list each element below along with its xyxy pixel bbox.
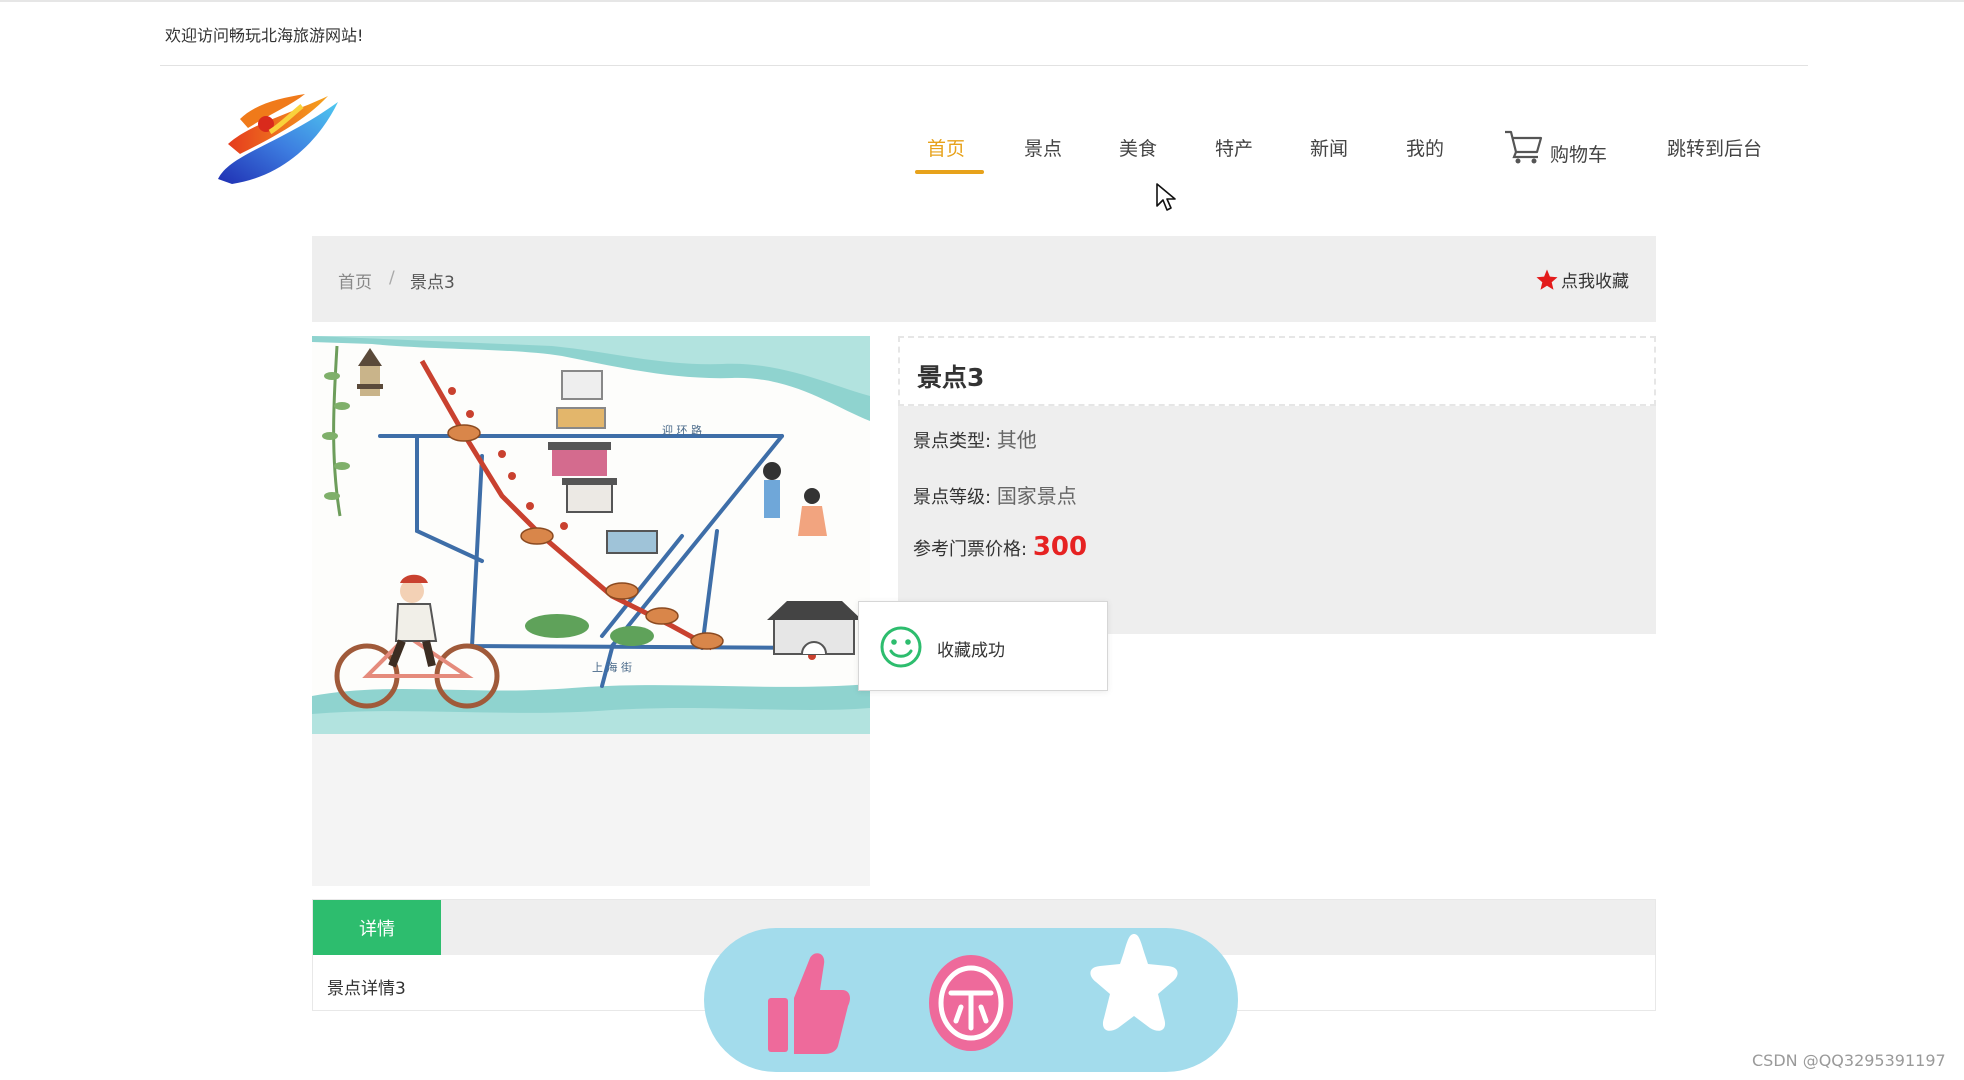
toast-text: 收藏成功 [937, 641, 1005, 661]
tab-detail[interactable]: 详情 [313, 900, 441, 955]
spot-title-box: 景点3 [898, 336, 1656, 406]
red-star-icon [1536, 269, 1558, 290]
nav-admin[interactable]: 跳转到后台 [1667, 134, 1762, 161]
spot-level-value: 国家景点 [996, 484, 1077, 508]
main-nav: 首页 景点 美食 特产 新闻 我的 购物车 跳转到后台 [0, 130, 1964, 180]
nav-cart[interactable]: 购物车 [1550, 140, 1607, 167]
spot-type-value: 其他 [996, 428, 1037, 452]
spot-title: 景点3 [917, 363, 985, 392]
action-bar [704, 928, 1238, 1072]
favorite-button[interactable]: 点我收藏 [1535, 267, 1629, 292]
detail-content: 景点详情3 [327, 979, 406, 999]
spot-info-panel: 景点3 景点类型: 其他 景点等级: 国家景点 参考门票价格: 300 [898, 336, 1656, 634]
svg-text:上 海 街: 上 海 街 [592, 660, 632, 674]
nav-scenic[interactable]: 景点 [1024, 134, 1062, 161]
nav-food[interactable]: 美食 [1119, 134, 1157, 161]
coin-icon[interactable] [926, 953, 1016, 1057]
nav-mine[interactable]: 我的 [1406, 134, 1444, 161]
breadcrumb-current: 景点3 [410, 273, 455, 293]
smile-icon [880, 626, 922, 668]
header-divider [160, 65, 1808, 66]
favorite-label: 点我收藏 [1561, 272, 1629, 292]
spot-level-row: 景点等级: 国家景点 [913, 480, 1077, 509]
breadcrumb: 首页 / 景点3 点我收藏 [312, 236, 1656, 322]
spot-type-row: 景点类型: 其他 [913, 424, 1037, 453]
breadcrumb-home[interactable]: 首页 [338, 268, 372, 293]
svg-text:迎 环 路: 迎 环 路 [662, 424, 702, 437]
spot-price-label: 参考门票价格: [913, 539, 1028, 560]
cart-icon[interactable] [1503, 128, 1545, 166]
nav-home[interactable]: 首页 [927, 134, 965, 161]
spot-map-image: 迎 环 路 上 海 街 [312, 336, 870, 734]
spot-price-row: 参考门票价格: 300 [913, 532, 1087, 562]
nav-news[interactable]: 新闻 [1310, 134, 1348, 161]
mouse-cursor-icon [1155, 182, 1177, 214]
star-icon[interactable] [1088, 930, 1180, 1040]
toast-message: 收藏成功 [858, 601, 1108, 691]
nav-active-indicator [915, 170, 984, 174]
breadcrumb-separator: / [389, 268, 395, 288]
thumbs-up-icon[interactable] [766, 950, 852, 1062]
spot-image-container: 迎 环 路 上 海 街 [312, 336, 870, 886]
top-border [0, 0, 1964, 2]
spot-price-value: 300 [1032, 532, 1088, 562]
nav-specialty[interactable]: 特产 [1215, 134, 1253, 161]
watermark: CSDN @QQ3295391197 [1752, 1051, 1946, 1070]
spot-type-label: 景点类型: [913, 431, 992, 452]
welcome-text: 欢迎访问畅玩北海旅游网站! [165, 26, 364, 45]
spot-level-label: 景点等级: [913, 487, 992, 508]
